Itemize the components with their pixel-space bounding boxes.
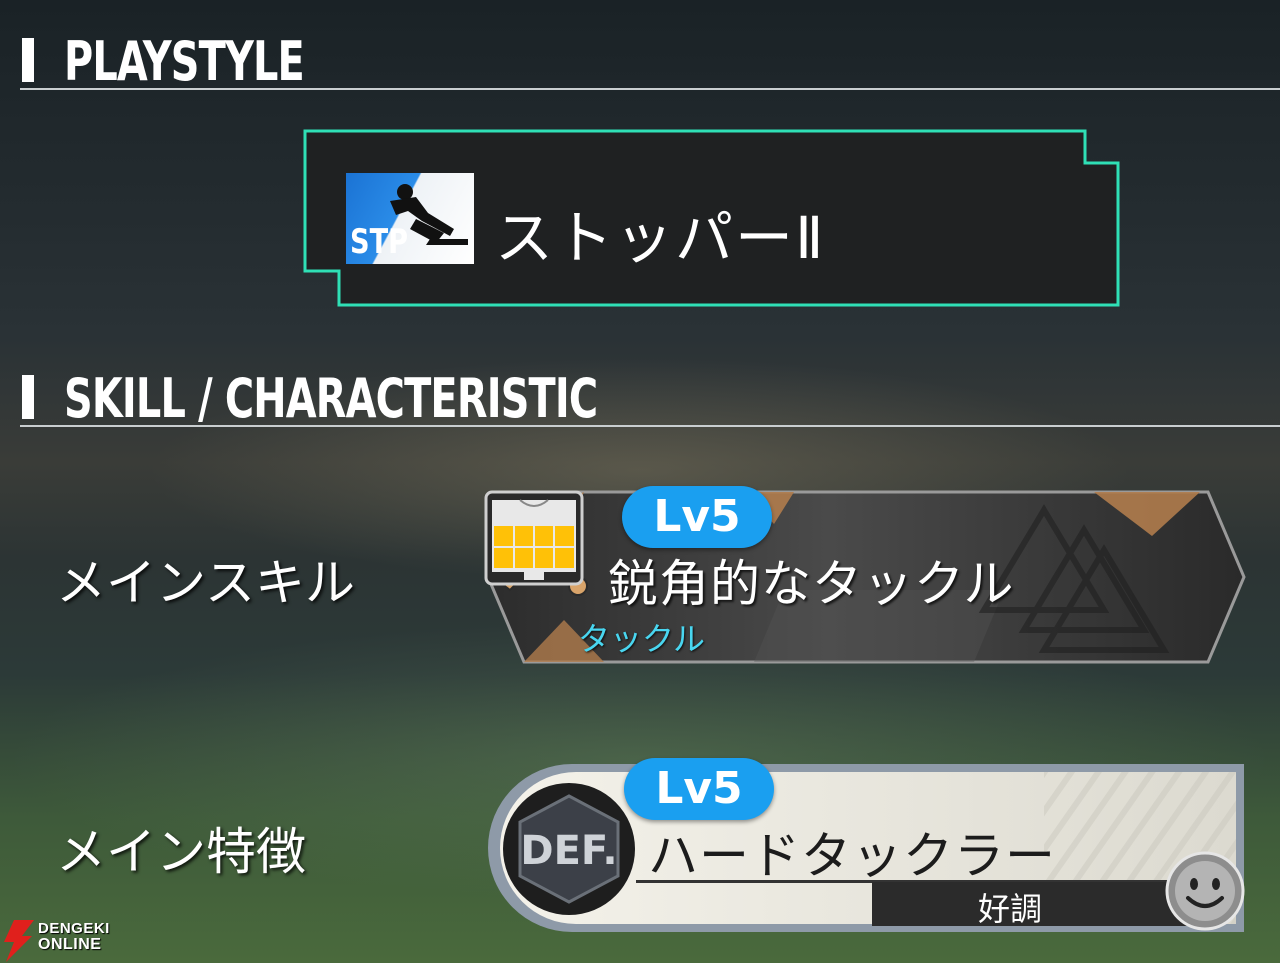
watermark-line1: DENGEKI: [38, 920, 110, 937]
playstyle-section-header: PLAYSTYLE: [20, 28, 1280, 93]
lightning-bolt-icon: [4, 920, 34, 962]
dengeki-online-watermark: DENGEKI ONLINE: [0, 918, 130, 963]
main-trait-label: メイン特徴: [56, 823, 306, 881]
condition-bar: 好調: [872, 882, 1188, 928]
skill-level-badge: Lv5: [622, 486, 772, 548]
playstyle-name: ストッパーⅡ: [495, 204, 826, 272]
main-trait-card[interactable]: DEF. Lv5 ハードタックラー 好調: [484, 758, 1248, 934]
def-badge-text: DEF.: [520, 828, 617, 874]
skill-section-title: SKILL / CHARACTERISTIC: [64, 367, 598, 430]
skill-section-header: SKILL / CHARACTERISTIC: [20, 365, 1280, 430]
section-marker-bar: [22, 375, 34, 419]
playstyle-section-title: PLAYSTYLE: [64, 30, 305, 93]
trait-level-badge: Lv5: [624, 758, 774, 820]
stopper-playstyle-icon: STP: [346, 173, 474, 264]
watermark-line2: ONLINE: [38, 936, 102, 953]
main-skill-card[interactable]: Lv5 鋭角的なタックル タックル: [484, 486, 1248, 664]
smiley-face-icon: [1165, 851, 1245, 931]
trait-name: ハードタックラー: [648, 827, 1056, 885]
skill-name: 鋭角的なタックル: [608, 555, 1015, 613]
main-skill-label: メインスキル: [56, 554, 355, 612]
def-badge-icon: DEF.: [503, 783, 635, 915]
skill-category: タックル: [578, 620, 706, 658]
condition-label: 好調: [977, 890, 1042, 928]
section-marker-bar: [22, 38, 34, 82]
playstyle-card[interactable]: STP ストッパーⅡ: [303, 129, 1121, 309]
pitch-position-icon: [484, 490, 584, 586]
playstyle-icon-label: STP: [350, 222, 409, 262]
